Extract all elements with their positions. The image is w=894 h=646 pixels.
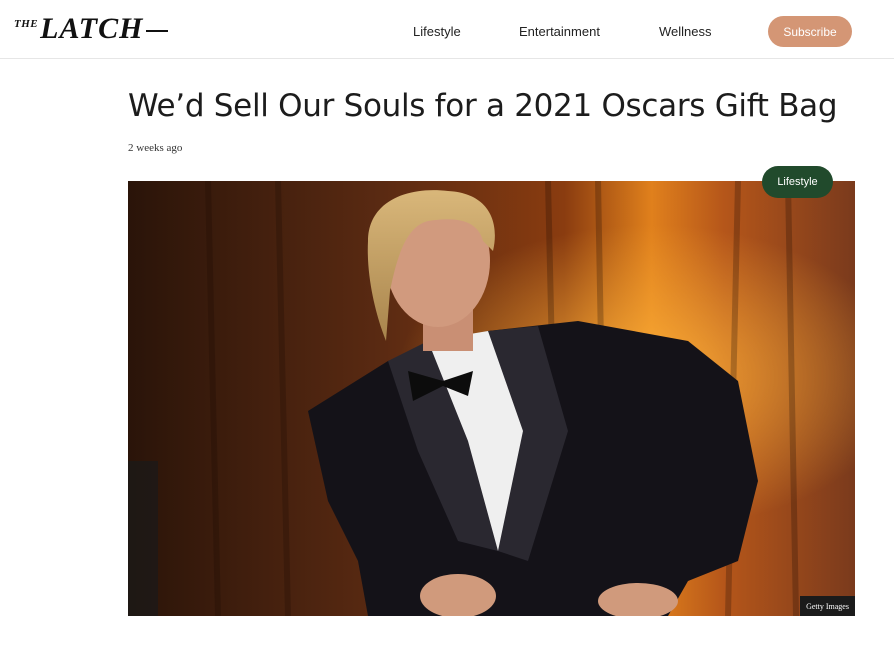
article-date: 2 weeks ago [128, 142, 183, 154]
subscribe-button[interactable]: Subscribe [768, 16, 852, 47]
hero-image [128, 181, 855, 616]
site-header: THE LATCH Lifestyle Entertainment Wellne… [0, 0, 894, 59]
nav-item-wellness[interactable]: Wellness [659, 24, 712, 39]
nav-item-lifestyle[interactable]: Lifestyle [413, 24, 461, 39]
image-credit: Getty Images [800, 596, 855, 616]
logo-main-text: LATCH [40, 12, 144, 45]
hero-photo-illustration [128, 181, 855, 616]
logo-dash [146, 30, 169, 32]
logo-small-text: THE [14, 18, 39, 30]
nav-item-entertainment[interactable]: Entertainment [519, 24, 600, 39]
site-logo[interactable]: THE LATCH [14, 12, 169, 46]
article-title: We’d Sell Our Souls for a 2021 Oscars Gi… [128, 88, 838, 124]
category-badge[interactable]: Lifestyle [762, 166, 833, 198]
